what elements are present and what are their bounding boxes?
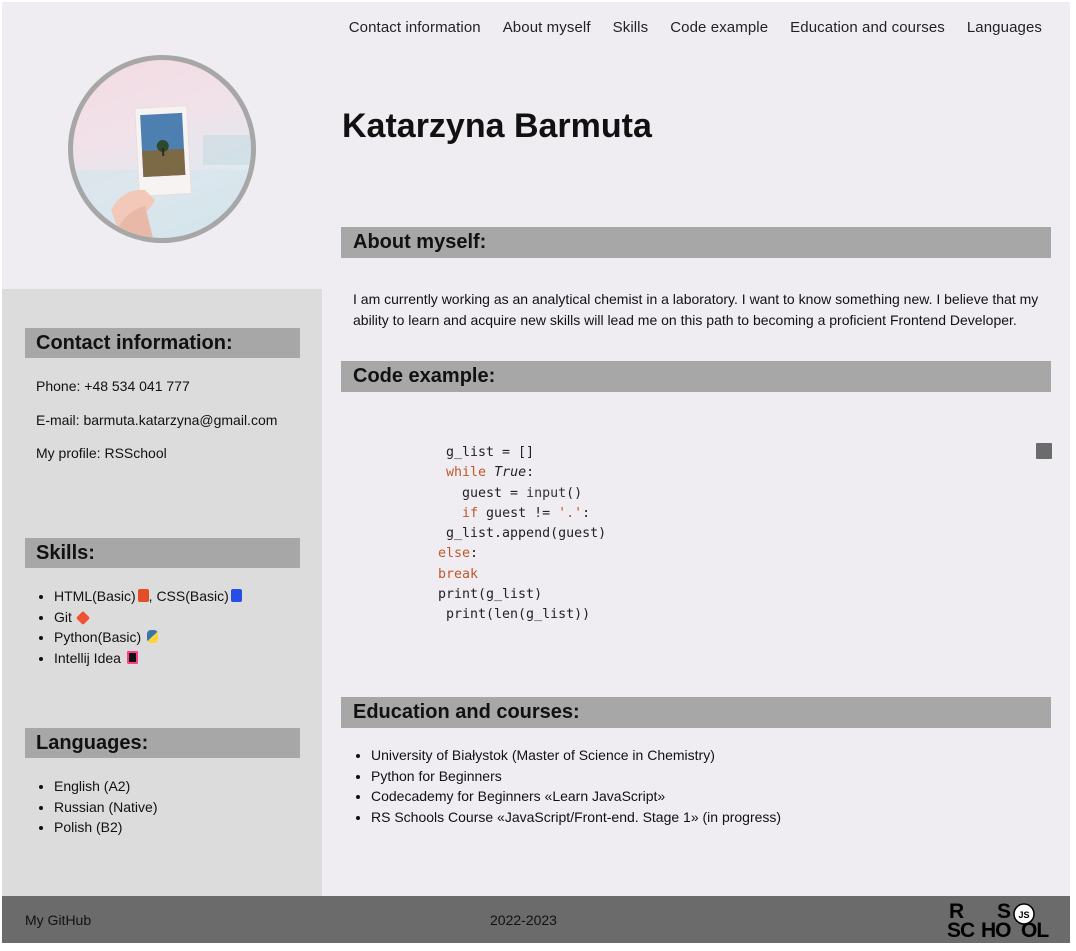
skill-git: Git [54,608,72,625]
list-item: Git [54,607,242,628]
svg-text:JS: JS [1018,910,1029,920]
intellij-icon [126,650,138,664]
html5-icon [137,589,149,602]
list-item: Polish (B2) [54,817,157,838]
code-line: while True: [446,465,535,481]
code-block: g_list = [] while True: guest = input() … [438,443,606,626]
list-item: Russian (Native) [54,797,157,818]
contact-phone: Phone: +48 534 041 777 [36,378,190,394]
sidebar: Contact information: Phone: +48 534 041 … [2,289,322,897]
list-item: RS Schools Course «JavaScript/Front-end.… [371,807,781,828]
js-badge-icon: JS [1013,903,1035,925]
skill-html: HTML(Basic) [54,588,136,604]
nav-code[interactable]: Code example [670,19,768,36]
code-line: g_list.append(guest) [438,526,607,542]
page: Contact information About myself Skills … [2,2,1070,943]
contact-email[interactable]: E-mail: barmuta.katarzyna@gmail.com [36,412,277,428]
nav-contact[interactable]: Contact information [349,19,481,36]
contact-profile[interactable]: My profile: RSSchool [36,445,167,461]
list-item: Intellij Idea [54,648,242,669]
list-item: Python for Beginners [371,766,781,787]
skills-list: HTML(Basic) , CSS(Basic) Git Python(Basic… [54,586,242,668]
list-item: Codecademy for Beginners «Learn JavaScri… [371,786,781,807]
polaroid-photo-icon [73,105,251,238]
education-list: University of Białystok (Master of Scien… [371,745,781,827]
contact-heading: Contact information: [25,328,300,358]
education-heading: Education and courses: [341,697,1051,728]
code-line: g_list = [] [438,445,535,460]
git-icon [75,610,90,625]
code-line: if guest != '.': [462,505,591,521]
broken-image-icon [1036,443,1052,459]
about-heading: About myself: [341,227,1051,258]
list-item: Python(Basic) [54,627,242,648]
avatar [68,55,256,243]
nav-education[interactable]: Education and courses [790,19,945,36]
footer: My GitHub 2022-2023 R S SC HO OL JS [2,896,1070,943]
nav-languages[interactable]: Languages [967,19,1042,36]
code-line: print(len(g_list)) [438,607,591,623]
skill-python: Python(Basic) [54,629,142,645]
about-text: I am currently working as an analytical … [353,291,1039,328]
css3-icon [230,589,242,602]
github-link[interactable]: My GitHub [25,912,91,928]
languages-heading: Languages: [25,728,300,758]
skill-css: , CSS(Basic) [148,588,229,604]
languages-list: English (A2) Russian (Native) Polish (B2… [54,776,157,838]
nav-skills[interactable]: Skills [613,19,649,36]
rs-school-logo[interactable]: R S SC HO OL JS [947,900,1051,941]
code-heading: Code example: [341,361,1051,392]
avatar-photo [73,60,251,238]
page-title: Katarzyna Barmuta [342,107,652,145]
python-icon [147,630,159,643]
footer-years: 2022-2023 [490,912,557,928]
code-line: else: [438,546,479,562]
list-item: University of Białystok (Master of Scien… [371,745,781,766]
code-line: print(g_list) [438,587,543,603]
skills-heading: Skills: [25,538,300,568]
code-line: break [438,566,479,582]
skill-intellij: Intellij Idea [54,649,121,666]
code-line: guest = input() [438,485,583,501]
nav-about[interactable]: About myself [503,19,591,36]
list-item: HTML(Basic) , CSS(Basic) [54,586,242,607]
top-nav: Contact information About myself Skills … [327,19,1042,36]
list-item: English (A2) [54,776,157,797]
